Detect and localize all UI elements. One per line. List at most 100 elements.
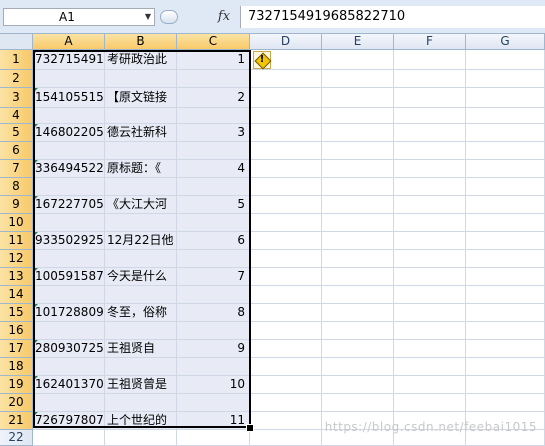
cell-b14[interactable] <box>105 286 177 304</box>
cell-b8[interactable] <box>105 178 177 196</box>
cell-f20[interactable] <box>394 394 466 412</box>
cell-c6[interactable] <box>177 142 250 160</box>
cell-c22[interactable] <box>177 430 250 446</box>
row-header[interactable]: 21 <box>0 412 33 430</box>
cell-f12[interactable] <box>394 250 466 268</box>
cell-g15[interactable] <box>466 304 545 322</box>
row-header[interactable]: 5 <box>0 124 33 142</box>
row-header[interactable]: 8 <box>0 178 33 196</box>
column-header-d[interactable]: D <box>250 34 322 50</box>
cell-e17[interactable] <box>322 340 394 358</box>
cell-g11[interactable] <box>466 232 545 250</box>
cell-a10[interactable] <box>33 214 105 232</box>
cell-c14[interactable] <box>177 286 250 304</box>
cell-c9[interactable]: 5 <box>177 196 250 214</box>
row-header[interactable]: 7 <box>0 160 33 178</box>
cell-a14[interactable] <box>33 286 105 304</box>
cell-c13[interactable]: 7 <box>177 268 250 286</box>
cell-f17[interactable] <box>394 340 466 358</box>
cell-a16[interactable] <box>33 322 105 340</box>
cell-d21[interactable] <box>250 412 322 430</box>
cell-b12[interactable] <box>105 250 177 268</box>
cell-f14[interactable] <box>394 286 466 304</box>
cell-e12[interactable] <box>322 250 394 268</box>
cell-f5[interactable] <box>394 124 466 142</box>
cell-g12[interactable] <box>466 250 545 268</box>
cell-b18[interactable] <box>105 358 177 376</box>
select-all-corner[interactable] <box>0 34 33 50</box>
cell-f11[interactable] <box>394 232 466 250</box>
cell-b5[interactable]: 德云社新科 <box>105 124 177 142</box>
cell-c19[interactable]: 10 <box>177 376 250 394</box>
cell-e9[interactable] <box>322 196 394 214</box>
row-header[interactable]: 12 <box>0 250 33 268</box>
name-box[interactable]: A1 ▼ <box>3 8 155 26</box>
column-header-b[interactable]: B <box>105 34 177 50</box>
cell-a5[interactable]: 1468022055 <box>33 124 105 142</box>
cell-a15[interactable]: 1017288095 <box>33 304 105 322</box>
cell-c16[interactable] <box>177 322 250 340</box>
row-header[interactable]: 20 <box>0 394 33 412</box>
cell-a22[interactable] <box>33 430 105 446</box>
column-header-g[interactable]: G <box>466 34 545 50</box>
cell-a20[interactable] <box>33 394 105 412</box>
cell-d5[interactable] <box>250 124 322 142</box>
cell-a3[interactable]: 1541055153 <box>33 88 105 108</box>
cell-c20[interactable] <box>177 394 250 412</box>
cell-g9[interactable] <box>466 196 545 214</box>
cell-d19[interactable] <box>250 376 322 394</box>
cell-g2[interactable] <box>466 70 545 88</box>
cell-e19[interactable] <box>322 376 394 394</box>
row-header[interactable]: 19 <box>0 376 33 394</box>
cell-e16[interactable] <box>322 322 394 340</box>
row-header[interactable]: 17 <box>0 340 33 358</box>
cell-g8[interactable] <box>466 178 545 196</box>
cell-e10[interactable] <box>322 214 394 232</box>
cell-f18[interactable] <box>394 358 466 376</box>
cell-c15[interactable]: 8 <box>177 304 250 322</box>
cell-b4[interactable] <box>105 108 177 124</box>
cell-e1[interactable] <box>322 50 394 70</box>
cell-g6[interactable] <box>466 142 545 160</box>
cell-d18[interactable] <box>250 358 322 376</box>
cell-d13[interactable] <box>250 268 322 286</box>
cell-a13[interactable]: 1005915871 <box>33 268 105 286</box>
cell-e15[interactable] <box>322 304 394 322</box>
cell-e5[interactable] <box>322 124 394 142</box>
column-header-a[interactable]: A <box>33 34 105 50</box>
formula-bar-resize-handle[interactable] <box>160 10 178 24</box>
cell-a8[interactable] <box>33 178 105 196</box>
cell-b17[interactable]: 王祖贤自 <box>105 340 177 358</box>
column-header-e[interactable]: E <box>322 34 394 50</box>
cell-d12[interactable] <box>250 250 322 268</box>
cell-f1[interactable] <box>394 50 466 70</box>
cell-e8[interactable] <box>322 178 394 196</box>
cell-g17[interactable] <box>466 340 545 358</box>
cell-a4[interactable] <box>33 108 105 124</box>
row-header[interactable]: 11 <box>0 232 33 250</box>
cell-a1[interactable]: 7327154919685822710 <box>33 50 105 70</box>
cell-f15[interactable] <box>394 304 466 322</box>
cell-a18[interactable] <box>33 358 105 376</box>
cell-e2[interactable] <box>322 70 394 88</box>
cell-a21[interactable]: 7267978077 <box>33 412 105 430</box>
column-header-c[interactable]: C <box>177 34 250 50</box>
cell-f16[interactable] <box>394 322 466 340</box>
row-header[interactable]: 2 <box>0 70 33 88</box>
cell-c1[interactable]: 1 <box>177 50 250 70</box>
cell-g14[interactable] <box>466 286 545 304</box>
row-header[interactable]: 18 <box>0 358 33 376</box>
row-header[interactable]: 14 <box>0 286 33 304</box>
cell-a19[interactable]: 1624013701 <box>33 376 105 394</box>
cell-e14[interactable] <box>322 286 394 304</box>
row-header[interactable]: 15 <box>0 304 33 322</box>
cell-g1[interactable] <box>466 50 545 70</box>
cell-f9[interactable] <box>394 196 466 214</box>
cell-d11[interactable] <box>250 232 322 250</box>
cell-e7[interactable] <box>322 160 394 178</box>
cell-a7[interactable]: 3364945221 <box>33 160 105 178</box>
fill-handle[interactable] <box>246 424 254 432</box>
cell-f8[interactable] <box>394 178 466 196</box>
cell-b15[interactable]: 冬至，俗称 <box>105 304 177 322</box>
formula-input[interactable]: 7327154919685822710 <box>240 6 545 28</box>
